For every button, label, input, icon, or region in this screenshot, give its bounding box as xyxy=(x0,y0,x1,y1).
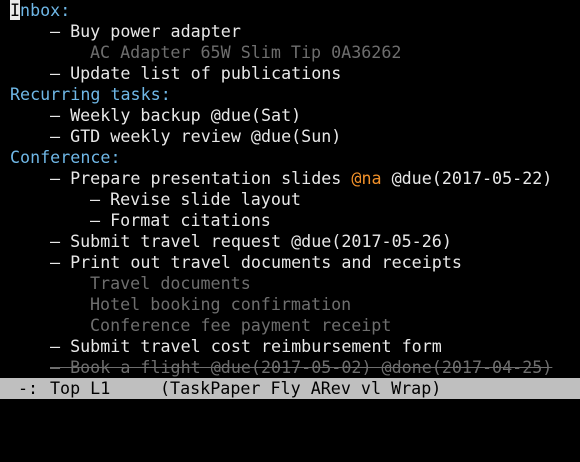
task-gtd-weekly-review[interactable]: – GTD weekly review @due(Sun) xyxy=(50,126,341,147)
editor-buffer[interactable]: Inbox: – Buy power adapter AC Adapter 65… xyxy=(0,0,580,378)
subtask-format-citations[interactable]: – Format citations xyxy=(90,210,271,231)
text-cursor: I xyxy=(10,0,21,20)
task-prepare-slides-text: – Prepare presentation slides xyxy=(50,168,352,188)
task-print-travel-documents[interactable]: – Print out travel documents and receipt… xyxy=(50,252,462,273)
subtask-revise-layout[interactable]: – Revise slide layout xyxy=(90,189,301,210)
project-inbox-label: nbox: xyxy=(20,0,71,20)
modeline-modes[interactable]: (TaskPaper Fly ARev vl Wrap) xyxy=(160,378,441,399)
modeline-status: -: xyxy=(18,378,39,398)
tag-na: @na xyxy=(351,168,382,188)
note-travel-documents[interactable]: Travel documents xyxy=(90,273,251,294)
task-submit-travel-request[interactable]: – Submit travel request @due(2017-05-26) xyxy=(50,231,452,252)
task-submit-reimbursement[interactable]: – Submit travel cost reimbursement form xyxy=(50,336,442,357)
task-update-publications[interactable]: – Update list of publications xyxy=(50,63,341,84)
task-prepare-slides-due: @due(2017-05-22) xyxy=(381,168,553,188)
project-inbox[interactable]: Inbox: xyxy=(10,0,70,21)
task-buy-power-adapter[interactable]: – Buy power adapter xyxy=(50,21,241,42)
note-ac-adapter[interactable]: AC Adapter 65W Slim Tip 0A36262 xyxy=(90,42,401,63)
task-weekly-backup[interactable]: – Weekly backup @due(Sat) xyxy=(50,105,301,126)
note-hotel-booking[interactable]: Hotel booking confirmation xyxy=(90,294,351,315)
modeline-position: Top L1 xyxy=(50,378,111,398)
project-recurring-tasks[interactable]: Recurring tasks: xyxy=(10,84,171,105)
mode-line: -: Top L1 (TaskPaper Fly ARev vl Wrap) xyxy=(0,378,580,399)
task-book-flight-done[interactable]: – Book a flight @due(2017-05-02) @done(2… xyxy=(50,357,552,378)
minibuffer[interactable] xyxy=(0,399,580,420)
note-conference-fee[interactable]: Conference fee payment receipt xyxy=(90,315,391,336)
task-prepare-slides[interactable]: – Prepare presentation slides @na @due(2… xyxy=(50,168,552,189)
project-conference[interactable]: Conference: xyxy=(10,147,121,168)
